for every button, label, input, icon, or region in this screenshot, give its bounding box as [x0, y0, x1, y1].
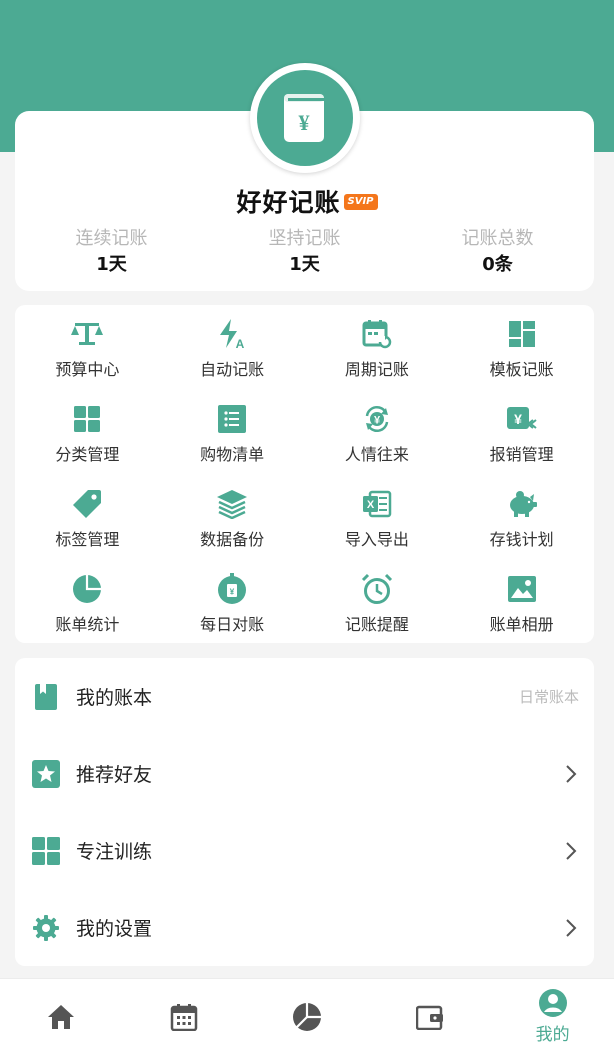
tab-mine-label: 我的: [535, 1025, 570, 1045]
piggy-bank-icon: [505, 487, 539, 521]
menu-recommend[interactable]: 推荐好友: [15, 735, 594, 812]
vip-badge: SVIP: [343, 194, 378, 210]
features-card: 预算中心 A 自动记账 周期记账 模板记账 分类管理 购物清单 ¥ 人情往来 ¥…: [15, 305, 594, 643]
chevron-right-icon: [566, 764, 577, 783]
stats-row: 连续记账 1天 坚持记账 1天 记账总数 0条: [15, 226, 594, 278]
list-icon: [215, 402, 249, 436]
alarm-clock-icon: [360, 572, 394, 606]
scale-icon: [70, 317, 104, 351]
svg-text:¥: ¥: [374, 415, 381, 427]
yuan-exchange-icon: ¥: [360, 402, 394, 436]
calendar-icon: [169, 1002, 199, 1032]
feature-shopping[interactable]: 购物清单: [160, 400, 305, 485]
reimburse-icon: ¥: [505, 402, 539, 436]
pie-chart-icon: [292, 1002, 322, 1032]
feature-import-export[interactable]: X 导入导出: [305, 485, 450, 570]
feature-statistics[interactable]: 账单统计: [15, 570, 160, 655]
feature-reimburse[interactable]: ¥ 报销管理: [449, 400, 594, 485]
app-avatar[interactable]: ¥: [250, 63, 360, 173]
daily-check-icon: ¥: [215, 572, 249, 606]
feature-gift[interactable]: ¥ 人情往来: [305, 400, 450, 485]
feature-category[interactable]: 分类管理: [15, 400, 160, 485]
feature-album[interactable]: 账单相册: [449, 570, 594, 655]
category-grid-icon: [70, 402, 104, 436]
tag-icon: [70, 487, 104, 521]
home-icon: [46, 1002, 76, 1032]
tab-home[interactable]: [0, 979, 123, 1054]
star-icon: [31, 759, 61, 789]
ledger-book-icon: ¥: [284, 94, 324, 142]
svg-text:¥: ¥: [299, 110, 310, 135]
svg-text:A: A: [236, 337, 245, 350]
svg-text:¥: ¥: [514, 411, 522, 427]
svg-text:¥: ¥: [230, 588, 235, 597]
auto-bolt-icon: A: [215, 317, 249, 351]
feature-template[interactable]: 模板记账: [449, 315, 594, 400]
gear-icon: [31, 913, 61, 943]
current-book-name: 日常账本: [518, 688, 579, 706]
feature-daily-check[interactable]: ¥ 每日对账: [160, 570, 305, 655]
image-icon: [505, 572, 539, 606]
app-name: 好好记账: [236, 188, 341, 217]
calendar-repeat-icon: [360, 317, 394, 351]
menu-focus[interactable]: 专注训练: [15, 812, 594, 889]
svg-text:X: X: [367, 499, 375, 511]
chevron-right-icon: [566, 918, 577, 937]
menu-settings[interactable]: 我的设置: [15, 889, 594, 966]
menu-my-books[interactable]: 我的账本 日常账本: [15, 658, 594, 735]
pie-chart-icon: [70, 572, 104, 606]
wallet-icon: [415, 1002, 445, 1032]
grid-icon: [31, 836, 61, 866]
feature-auto[interactable]: A 自动记账: [160, 315, 305, 400]
tab-wallet[interactable]: [368, 979, 491, 1054]
bottom-tab-bar: 我的: [0, 978, 614, 1054]
feature-saving-plan[interactable]: 存钱计划: [449, 485, 594, 570]
feature-backup[interactable]: 数据备份: [160, 485, 305, 570]
menu-card: 我的账本 日常账本 推荐好友 专注训练 我的设置: [15, 658, 594, 966]
feature-periodic[interactable]: 周期记账: [305, 315, 450, 400]
feature-reminder[interactable]: 记账提醒: [305, 570, 450, 655]
stat-persist[interactable]: 坚持记账 1天: [208, 226, 401, 278]
feature-tags[interactable]: 标签管理: [15, 485, 160, 570]
layers-icon: [215, 487, 249, 521]
user-icon: [538, 988, 568, 1018]
tab-mine[interactable]: 我的: [491, 979, 614, 1054]
template-icon: [505, 317, 539, 351]
feature-budget[interactable]: 预算中心: [15, 315, 160, 400]
tab-statistics[interactable]: [246, 979, 369, 1054]
bookmark-book-icon: [31, 682, 61, 712]
excel-icon: X: [360, 487, 394, 521]
stat-streak[interactable]: 连续记账 1天: [15, 226, 208, 278]
chevron-right-icon: [566, 841, 577, 860]
stat-total[interactable]: 记账总数 0条: [401, 226, 594, 278]
tab-calendar[interactable]: [123, 979, 246, 1054]
